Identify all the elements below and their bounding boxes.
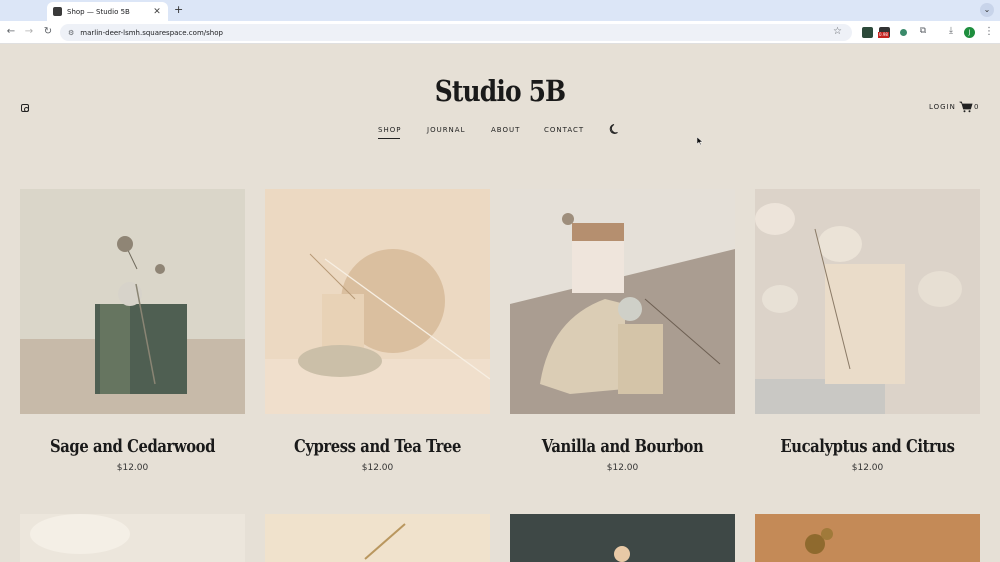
product-price: $12.00 [851, 463, 884, 473]
reload-icon[interactable]: ↻ [42, 26, 54, 37]
nav-shop[interactable]: SHOP [378, 126, 401, 134]
product-image[interactable] [755, 189, 980, 414]
product-name[interactable]: Vanilla and Bourbon [530, 436, 715, 457]
instagram-icon[interactable] [21, 104, 29, 112]
extension-dot-icon[interactable] [900, 29, 907, 36]
login-link[interactable]: LOGIN [929, 103, 956, 111]
dark-mode-moon-icon[interactable] [609, 123, 621, 135]
product-price: $12.00 [606, 463, 639, 473]
nav-journal[interactable]: JOURNAL [427, 126, 466, 134]
product-image[interactable] [20, 514, 245, 562]
tab-search-icon[interactable]: ⌄ [980, 3, 994, 17]
new-tab-button[interactable]: + [174, 3, 183, 16]
address-bar[interactable]: ⚙ marlin-deer-lsmh.squarespace.com/shop … [60, 24, 852, 41]
download-icon[interactable]: ⤓ [945, 26, 957, 36]
product-name[interactable]: Eucalyptus and Citrus [775, 436, 960, 457]
cart-icon[interactable] [959, 101, 973, 113]
close-tab-icon[interactable]: ✕ [152, 7, 162, 17]
cart-count[interactable]: 0 [974, 103, 978, 111]
back-icon[interactable]: ← [5, 26, 17, 37]
browser-tab[interactable]: Shop — Studio 5B ✕ [47, 2, 168, 21]
nav-contact[interactable]: CONTACT [544, 126, 584, 134]
browser-tab-bar: Shop — Studio 5B ✕ + ⌄ [0, 0, 1000, 21]
product-name[interactable]: Sage and Cedarwood [40, 436, 225, 457]
extension-icon[interactable] [862, 27, 873, 38]
nav-about[interactable]: ABOUT [491, 126, 520, 134]
product-price: $12.00 [116, 463, 149, 473]
tab-title: Shop — Studio 5B [67, 7, 130, 16]
extension-badge: 0.98 [878, 32, 889, 38]
forward-icon[interactable]: → [23, 26, 35, 37]
product-image[interactable] [265, 514, 490, 562]
product-image[interactable] [20, 189, 245, 414]
bookmark-star-icon[interactable]: ☆ [833, 26, 842, 37]
site-favicon-icon [53, 7, 62, 16]
url-text: marlin-deer-lsmh.squarespace.com/shop [80, 28, 223, 37]
product-image[interactable] [755, 514, 980, 562]
site-title[interactable]: Studio 5B [70, 74, 930, 108]
product-image[interactable] [265, 189, 490, 414]
product-price: $12.00 [361, 463, 394, 473]
browser-toolbar: ← → ↻ ⚙ marlin-deer-lsmh.squarespace.com… [0, 21, 1000, 44]
product-image[interactable] [510, 189, 735, 414]
active-nav-underline [378, 138, 400, 139]
product-image[interactable] [510, 514, 735, 562]
profile-avatar[interactable]: J [964, 27, 975, 38]
menu-kebab-icon[interactable]: ⋮ [983, 26, 995, 37]
mouse-cursor-icon [697, 137, 703, 146]
site-info-icon[interactable]: ⚙ [68, 29, 74, 37]
product-name[interactable]: Cypress and Tea Tree [285, 436, 470, 457]
extensions-puzzle-icon[interactable]: ⧉ [917, 26, 929, 36]
